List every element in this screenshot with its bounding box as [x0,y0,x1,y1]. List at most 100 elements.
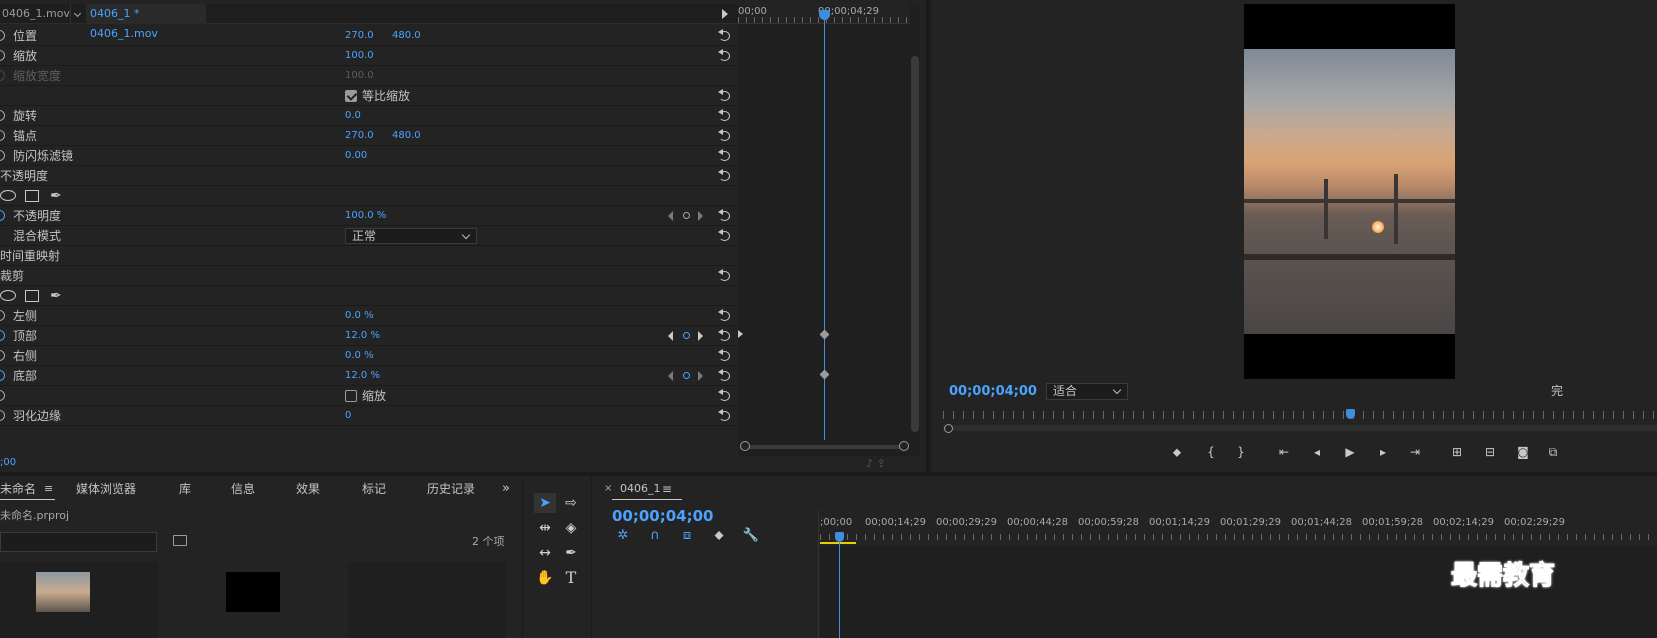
horizontal-scrollbar[interactable] [740,445,908,449]
add-marker-icon[interactable]: ⬥ [710,528,728,544]
work-area-bar[interactable] [820,542,856,544]
tab-markers[interactable]: 标记 [362,480,386,498]
stopwatch-icon[interactable] [0,350,5,361]
sequence-thumbnail[interactable] [226,572,280,612]
rectangle-mask-icon[interactable] [25,290,39,302]
vertical-scrollbar[interactable] [911,56,919,432]
lift-icon[interactable]: ⊞ [1449,444,1465,460]
playback-resolution-select[interactable]: 完 [1551,383,1563,400]
property-value-y[interactable]: 480.0 [392,26,421,46]
effect-header-time-remap[interactable]: 时间重映射 [0,246,738,266]
stopwatch-icon[interactable] [0,390,5,401]
monitor-zoom-bar[interactable] [943,425,1657,431]
tab-effects[interactable]: 效果 [296,480,320,498]
property-value-x[interactable]: 270.0 [345,126,374,146]
mark-in-icon[interactable]: { [1203,444,1219,460]
tab-menu-icon[interactable]: ≡ [44,480,53,498]
add-marker-icon[interactable]: ⬥ [1169,444,1185,460]
property-value[interactable]: 100.0 [345,46,374,66]
tab-sequence[interactable]: 0406_1 [620,480,661,498]
previous-keyframe-icon[interactable] [668,211,673,221]
effect-controls-timeline[interactable]: 00;00 00;00;04;29 [738,4,920,456]
type-tool-icon[interactable]: T [560,568,582,588]
reset-icon[interactable] [718,89,731,102]
keyframe-crop-bottom[interactable] [819,369,830,380]
go-to-out-icon[interactable]: ⇥ [1407,444,1423,460]
zoom-handle-left[interactable] [740,441,750,451]
snap-magnet-icon[interactable]: ∩ [646,528,664,544]
pen-tool-icon[interactable]: ✒ [560,543,582,563]
tab-history[interactable]: 历史记录 [427,480,475,498]
reset-icon[interactable] [718,109,731,122]
selection-tool-icon[interactable]: ➤ [534,493,556,513]
hand-tool-icon[interactable]: ✋ [534,568,556,588]
sequence-menu-icon[interactable]: ≡ [662,480,672,498]
property-value-x[interactable]: 270.0 [345,26,374,46]
ripple-edit-tool-icon[interactable]: ⇹ [534,518,556,538]
property-value[interactable]: 100.0 % [345,206,386,226]
track-select-tool-icon[interactable]: ⇨ [560,493,582,513]
ellipse-mask-icon[interactable] [0,190,16,201]
reset-icon[interactable] [718,269,731,282]
timeline-timecode[interactable]: 00;00;04;00 [612,506,714,526]
zoom-handle[interactable] [944,424,953,433]
timeline-ruler[interactable]: ;00;00 00;00;14;29 00;00;29;29 00;00;44;… [820,516,1657,530]
add-keyframe-icon[interactable] [683,372,690,379]
zoom-handle-right[interactable] [899,441,909,451]
comparison-view-icon[interactable]: ⧉ [1545,444,1561,460]
previous-keyframe-icon[interactable] [668,371,673,381]
next-keyframe-icon[interactable] [698,211,703,221]
tab-info[interactable]: 信息 [231,480,255,498]
monitor-playhead[interactable] [1346,409,1355,419]
blend-mode-select[interactable]: 正常 [345,228,477,244]
reset-icon[interactable] [718,369,731,382]
step-forward-icon[interactable]: ▸ [1375,444,1391,460]
property-value[interactable]: 0.0 % [345,346,374,366]
property-value[interactable]: 0 [345,406,351,426]
previous-keyframe-icon[interactable] [668,331,673,341]
effect-header-crop[interactable]: 裁剪 [0,266,738,286]
reset-icon[interactable] [718,229,731,242]
clip-thumbnail[interactable] [36,572,90,612]
nest-toggle-icon[interactable]: ✲ [614,528,632,544]
close-sequence-icon[interactable]: × [604,482,612,496]
zoom-checkbox[interactable] [345,390,357,402]
linked-selection-icon[interactable]: ⧈ [678,528,696,544]
reset-icon[interactable] [718,309,731,322]
razor-tool-icon[interactable]: ◈ [560,518,582,538]
property-value-y[interactable]: 480.0 [392,126,421,146]
uniform-scale-checkbox[interactable] [345,90,357,102]
property-value[interactable]: 0.0 [345,106,361,126]
reset-icon[interactable] [718,129,731,142]
tab-libraries[interactable]: 库 [179,480,191,498]
reset-icon[interactable] [718,29,731,42]
source-clip-tab[interactable]: 0406_1.mov [2,4,70,24]
sequence-clip-tab[interactable]: 0406_1 * 0406_1.mov [86,4,206,40]
reset-icon[interactable] [718,49,731,62]
property-value[interactable]: 0.0 % [345,306,374,326]
stopwatch-icon[interactable] [0,370,5,381]
reset-icon[interactable] [718,169,731,182]
play-icon[interactable]: ▶ [1342,444,1358,460]
next-keyframe-icon[interactable] [698,371,703,381]
slip-tool-icon[interactable]: ↔ [534,543,556,563]
project-search-input[interactable] [0,532,157,552]
effect-header-opacity[interactable]: 不透明度 [0,166,738,186]
step-back-icon[interactable]: ◂ [1309,444,1325,460]
zoom-fit-select[interactable]: 适合 [1046,383,1128,400]
add-keyframe-icon[interactable] [683,332,690,339]
tab-media-browser[interactable]: 媒体浏览器 [76,480,136,498]
new-bin-icon[interactable] [173,535,187,546]
reset-icon[interactable] [718,409,731,422]
reset-icon[interactable] [718,149,731,162]
property-value[interactable]: 12.0 % [345,366,380,386]
pen-mask-icon[interactable]: ✒ [50,187,62,205]
ellipse-mask-icon[interactable] [0,290,16,301]
rectangle-mask-icon[interactable] [25,190,39,202]
stopwatch-icon[interactable] [0,410,5,421]
wrench-settings-icon[interactable]: 🔧 [742,528,760,544]
pen-mask-icon[interactable]: ✒ [50,287,62,305]
stopwatch-icon[interactable] [0,330,5,341]
reset-icon[interactable] [718,329,731,342]
go-to-in-icon[interactable]: ⇤ [1276,444,1292,460]
